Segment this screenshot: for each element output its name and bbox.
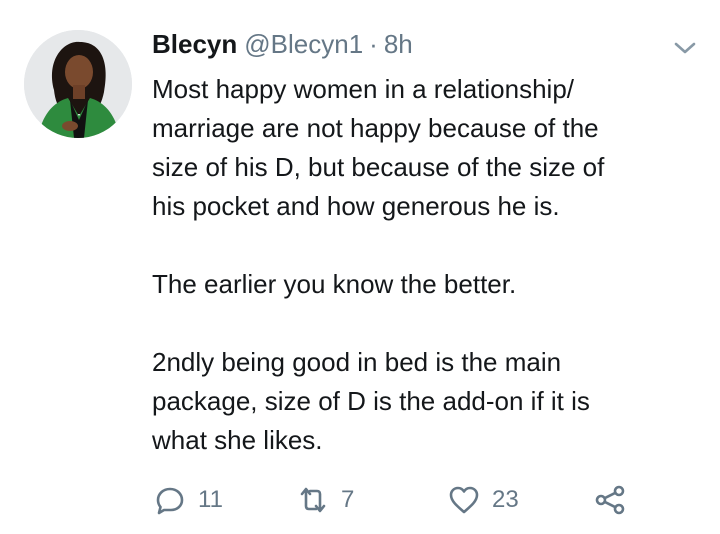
more-options-button[interactable] — [670, 36, 700, 60]
avatar-image — [24, 30, 132, 138]
share-button[interactable] — [594, 478, 626, 522]
avatar[interactable] — [24, 30, 132, 138]
like-button[interactable]: 23 — [448, 478, 519, 522]
retweet-count: 7 — [341, 486, 355, 513]
author-handle[interactable]: @Blecyn1 — [244, 24, 363, 64]
tweet-text: Most happy women in a relationship/ marr… — [152, 70, 692, 460]
header-separator: · — [369, 29, 378, 59]
retweet-button[interactable]: 7 — [297, 478, 354, 522]
tweet-timestamp[interactable]: 8h — [384, 24, 413, 64]
tweet-paragraph: Most happy women in a relationship/ marr… — [152, 74, 605, 221]
reply-button[interactable]: 11 — [154, 478, 223, 522]
tweet-paragraph: 2ndly being good in bed is the main pack… — [152, 347, 590, 455]
share-icon — [595, 485, 625, 515]
tweet-paragraph: The earlier you know the better. — [152, 269, 517, 299]
tweet-card[interactable]: Blecyn @Blecyn1 · 8h Most happy women in… — [0, 0, 720, 534]
like-count: 23 — [492, 486, 519, 513]
tweet-actions: 11 7 23 — [152, 478, 652, 522]
author-name[interactable]: Blecyn — [152, 24, 237, 64]
like-icon — [449, 486, 479, 514]
retweet-icon — [300, 487, 326, 513]
chevron-down-icon — [674, 42, 696, 54]
reply-count: 11 — [198, 486, 223, 513]
reply-icon — [156, 487, 184, 515]
tweet-header: Blecyn @Blecyn1 · 8h — [152, 24, 413, 64]
